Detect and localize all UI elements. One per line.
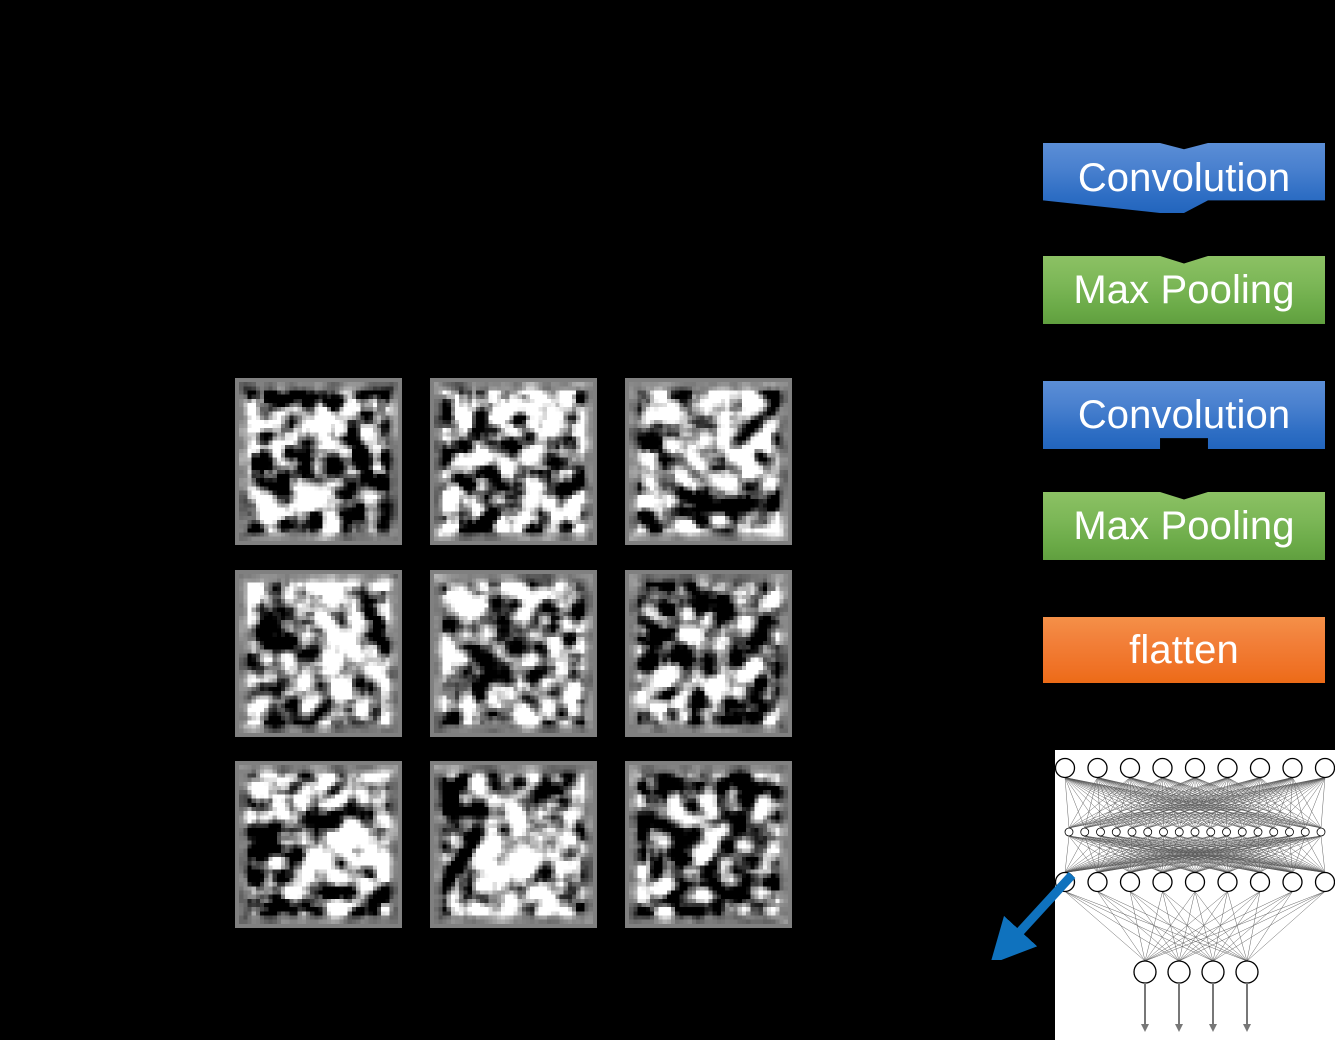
network-node bbox=[1064, 827, 1074, 837]
feature-map-tile-9 bbox=[625, 761, 792, 928]
grid-gap bbox=[430, 545, 597, 570]
grid-gap bbox=[402, 761, 430, 928]
network-node bbox=[1087, 757, 1108, 779]
network-node bbox=[1167, 960, 1191, 984]
network-node bbox=[1184, 871, 1206, 893]
network-node bbox=[1087, 871, 1108, 893]
feature-map-tile-2 bbox=[430, 378, 597, 545]
grid-gap bbox=[402, 378, 430, 545]
grid-gap bbox=[402, 736, 430, 761]
network-output-arrows bbox=[1141, 983, 1251, 1032]
network-edges bbox=[1064, 777, 1326, 962]
layer-label: Max Pooling bbox=[1073, 504, 1295, 548]
pipeline-layer-flatten[interactable]: flatten bbox=[1043, 617, 1325, 683]
network-node bbox=[1152, 871, 1173, 893]
feature-map-tile-8 bbox=[430, 761, 597, 928]
network-node bbox=[1184, 757, 1206, 779]
network-node bbox=[1314, 871, 1335, 893]
network-node bbox=[1111, 827, 1121, 837]
pipeline-layer-max-pooling-2[interactable]: Max Pooling bbox=[1043, 492, 1325, 560]
layer-label: Convolution bbox=[1077, 156, 1291, 200]
network-node bbox=[1152, 757, 1173, 779]
network-node bbox=[1314, 757, 1335, 779]
feature-map-tile-6 bbox=[625, 569, 792, 737]
network-node bbox=[1300, 827, 1310, 837]
fully-connected-network-diagram bbox=[1055, 750, 1335, 1040]
pipeline-layer-convolution-2[interactable]: Convolution bbox=[1043, 381, 1325, 449]
network-node bbox=[1253, 827, 1263, 837]
layer-label: Convolution bbox=[1077, 393, 1291, 437]
feature-map-grid bbox=[235, 378, 792, 928]
grid-gap bbox=[235, 736, 402, 761]
network-node bbox=[1269, 827, 1279, 837]
pipeline-layer-convolution-1[interactable]: Convolution bbox=[1043, 143, 1325, 213]
grid-gap bbox=[597, 761, 625, 928]
grid-gap bbox=[402, 569, 430, 737]
network-node bbox=[1127, 827, 1137, 837]
layer-label: Max Pooling bbox=[1073, 268, 1295, 312]
network-node bbox=[1174, 827, 1184, 837]
network-node bbox=[1143, 827, 1153, 837]
network-node bbox=[1249, 757, 1271, 779]
grid-gap bbox=[625, 736, 792, 761]
network-node bbox=[1217, 871, 1238, 893]
network-node bbox=[1282, 871, 1303, 893]
network-node bbox=[1159, 827, 1168, 837]
network-node bbox=[1237, 827, 1247, 837]
network-node bbox=[1201, 960, 1225, 984]
network-node bbox=[1133, 960, 1157, 984]
feature-map-tile-7 bbox=[235, 761, 402, 928]
grid-gap bbox=[402, 545, 430, 570]
pipeline-layer-max-pooling-1[interactable]: Max Pooling bbox=[1043, 256, 1325, 324]
network-node bbox=[1222, 827, 1231, 837]
network-node bbox=[1206, 827, 1216, 837]
network-node bbox=[1190, 827, 1200, 837]
network-node bbox=[1235, 960, 1259, 984]
network-node bbox=[1055, 757, 1076, 779]
grid-gap bbox=[430, 736, 597, 761]
network-node bbox=[1249, 871, 1271, 893]
grid-gap bbox=[597, 569, 625, 737]
network-node bbox=[1080, 827, 1090, 837]
feature-map-tile-5 bbox=[430, 569, 597, 737]
network-node bbox=[1316, 827, 1326, 837]
network-node bbox=[1119, 757, 1141, 779]
network-node bbox=[1282, 757, 1303, 779]
network-svg bbox=[1055, 757, 1335, 1032]
feature-map-tile-4 bbox=[235, 569, 402, 737]
grid-gap bbox=[597, 378, 625, 545]
network-node bbox=[1055, 871, 1076, 893]
network-node bbox=[1217, 757, 1238, 779]
layer-label: flatten bbox=[1129, 628, 1239, 672]
network-node bbox=[1285, 827, 1294, 837]
grid-gap bbox=[597, 545, 625, 570]
network-node bbox=[1119, 871, 1141, 893]
grid-gap bbox=[625, 545, 792, 570]
feature-map-tile-3 bbox=[625, 378, 792, 545]
feature-map-tile-1 bbox=[235, 378, 402, 545]
grid-gap bbox=[235, 545, 402, 570]
network-node bbox=[1096, 827, 1105, 837]
grid-gap bbox=[597, 736, 625, 761]
